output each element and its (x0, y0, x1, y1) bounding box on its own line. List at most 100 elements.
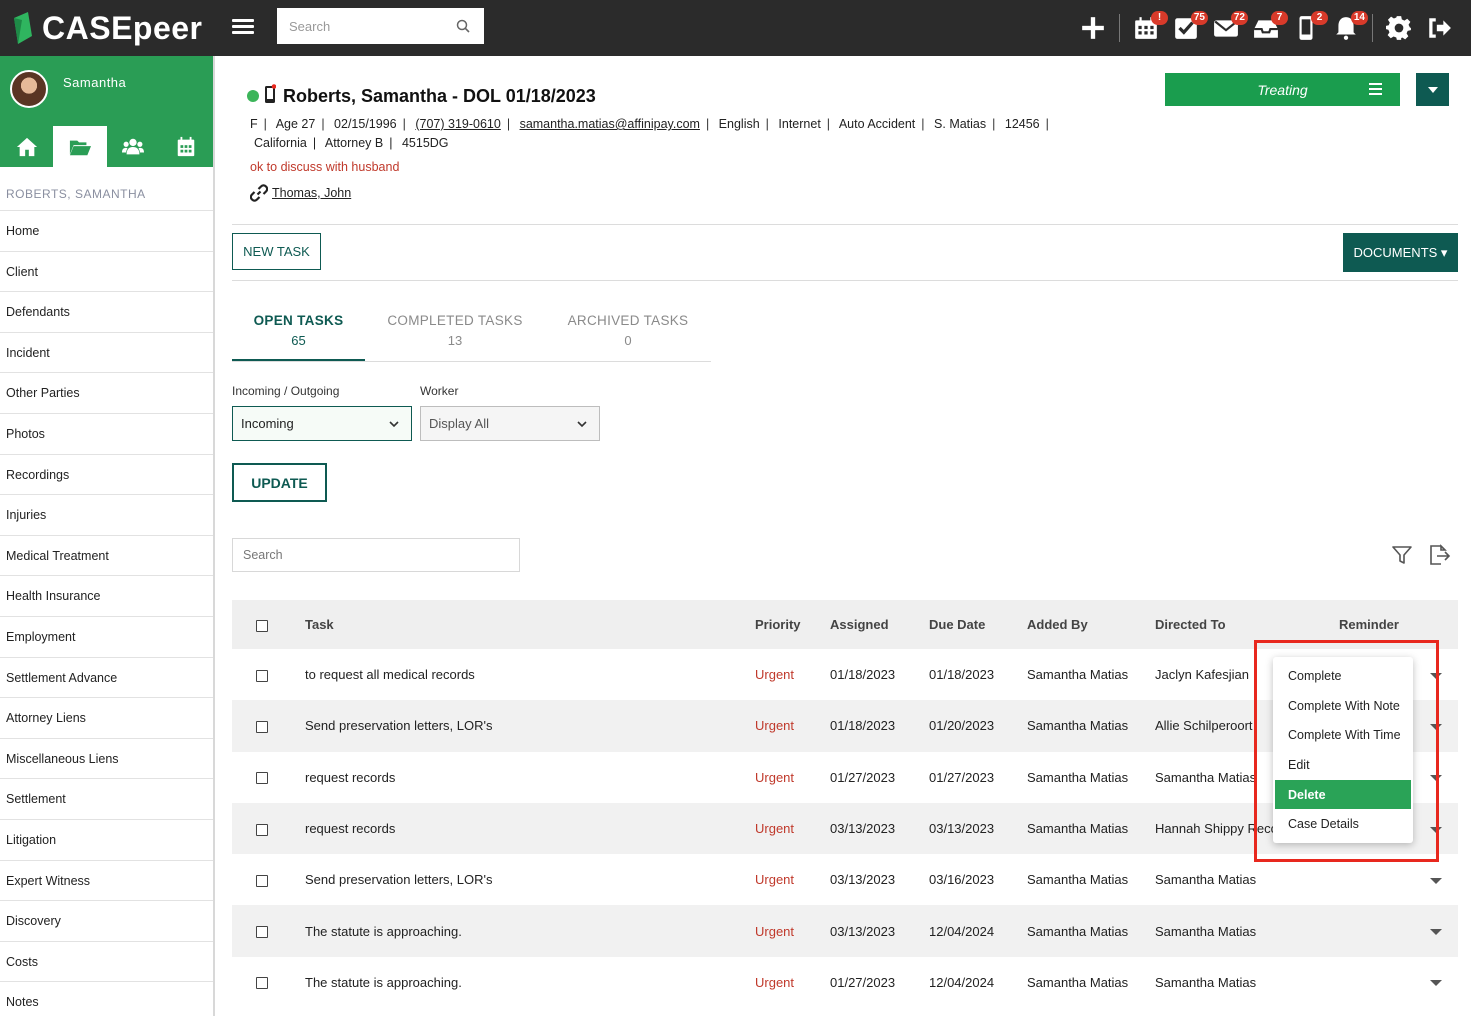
inbox-icon[interactable]: 7 (1246, 8, 1288, 48)
caret-down-icon (1427, 86, 1438, 93)
row-actions-caret-icon[interactable] (1430, 672, 1442, 679)
new-task-button[interactable]: NEW TASK (232, 233, 321, 270)
task-title[interactable]: request records (305, 752, 755, 803)
sidebar-tab-cases[interactable] (53, 126, 107, 167)
row-actions-caret-icon[interactable] (1430, 929, 1442, 936)
column-header-added-by[interactable]: Added By (1027, 600, 1155, 649)
menu-item-edit[interactable]: Edit (1275, 750, 1411, 780)
sidebar-item-litigation[interactable]: Litigation (0, 820, 213, 861)
row-actions-caret-icon[interactable] (1430, 980, 1442, 987)
menu-toggle-icon[interactable] (232, 16, 254, 38)
sidebar-item-incident[interactable]: Incident (0, 333, 213, 374)
casepeer-logo[interactable]: CASEpeer (8, 6, 203, 50)
row-actions-caret-icon[interactable] (1430, 775, 1442, 782)
row-checkbox[interactable] (256, 721, 268, 733)
row-actions-caret-icon[interactable] (1430, 724, 1442, 730)
linked-contact[interactable]: Thomas, John (250, 184, 351, 202)
menu-item-delete[interactable]: Delete (1275, 779, 1411, 810)
case-status-button[interactable]: Treating (1165, 73, 1400, 106)
row-checkbox[interactable] (256, 669, 268, 682)
menu-item-case-details[interactable]: Case Details (1275, 809, 1411, 839)
calendar-alert-icon[interactable]: ! (1126, 8, 1168, 48)
gear-icon[interactable] (1379, 8, 1419, 48)
tab-archived-tasks[interactable]: ARCHIVED TASKS 0 (545, 306, 711, 361)
client-phone-link[interactable]: (707) 319-0610 (415, 117, 500, 131)
tab-open-tasks[interactable]: OPEN TASKS 65 (232, 306, 365, 361)
worker-select[interactable]: Display All (420, 406, 600, 441)
menu-item-complete[interactable]: Complete (1275, 661, 1411, 691)
sidebar-tab-calendar[interactable] (160, 126, 213, 167)
column-header-task[interactable]: Task (305, 600, 755, 649)
sidebar-tab-home[interactable] (0, 126, 53, 167)
sidebar-item-defendants[interactable]: Defendants (0, 292, 213, 333)
task-title[interactable]: request records (305, 803, 755, 854)
logout-icon[interactable] (1419, 8, 1459, 48)
link-icon (250, 184, 268, 202)
documents-button[interactable]: DOCUMENTS ▾ (1343, 233, 1458, 272)
column-header-reminder[interactable]: Reminder (1336, 600, 1458, 649)
sidebar-item-health-insurance[interactable]: Health Insurance (0, 576, 213, 617)
row-context-menu: Complete Complete With Note Complete Wit… (1273, 657, 1413, 843)
bell-icon[interactable]: 14 (1326, 8, 1368, 48)
sidebar-item-medical-treatment[interactable]: Medical Treatment (0, 536, 213, 577)
sidebar-item-attorney-liens[interactable]: Attorney Liens (0, 698, 213, 739)
table-row[interactable]: The statute is approaching. Urgent 01/27… (232, 957, 1458, 1008)
task-search-input[interactable] (232, 538, 520, 572)
client-email-link[interactable]: samantha.matias@affinipay.com (520, 117, 700, 131)
tasks-icon[interactable]: 75 (1166, 8, 1208, 48)
row-checkbox[interactable] (256, 926, 268, 939)
sidebar-item-discovery[interactable]: Discovery (0, 901, 213, 942)
sidebar-item-other-parties[interactable]: Other Parties (0, 373, 213, 414)
task-title[interactable]: Send preservation letters, LOR's (305, 700, 755, 751)
sidebar-item-costs[interactable]: Costs (0, 942, 213, 983)
mail-icon[interactable]: 72 (1206, 8, 1248, 48)
task-title[interactable]: to request all medical records (305, 649, 755, 700)
sidebar-item-employment[interactable]: Employment (0, 617, 213, 658)
task-title[interactable]: The statute is approaching. (305, 905, 755, 956)
direction-select[interactable]: Incoming (232, 406, 412, 441)
row-checkbox[interactable] (256, 874, 268, 887)
column-header-due-date[interactable]: Due Date (929, 600, 1027, 649)
menu-item-complete-with-note[interactable]: Complete With Note (1275, 691, 1411, 721)
sidebar-item-photos[interactable]: Photos (0, 414, 213, 455)
row-checkbox[interactable] (256, 772, 268, 785)
search-icon[interactable] (456, 19, 470, 33)
avatar[interactable] (10, 70, 48, 108)
sidebar-item-notes[interactable]: Notes (0, 982, 213, 1016)
column-header-assigned[interactable]: Assigned (830, 600, 929, 649)
sidebar-tab-contacts[interactable] (107, 126, 160, 167)
select-all-checkbox[interactable] (256, 619, 268, 632)
table-row[interactable]: The statute is approaching. Urgent 03/13… (232, 905, 1458, 957)
tab-completed-tasks[interactable]: COMPLETED TASKS 13 (365, 306, 545, 361)
case-state: California (254, 136, 307, 150)
row-actions-caret-icon[interactable] (1430, 826, 1442, 833)
linked-contact-name: Thomas, John (272, 186, 352, 200)
column-header-priority[interactable]: Priority (755, 600, 830, 649)
leaf-logo-icon (14, 12, 32, 44)
row-checkbox[interactable] (256, 977, 268, 990)
export-icon[interactable] (1427, 543, 1451, 567)
task-title[interactable]: Send preservation letters, LOR's (305, 854, 755, 905)
sidebar-item-miscellaneous-liens[interactable]: Miscellaneous Liens (0, 739, 213, 780)
sidebar-item-settlement[interactable]: Settlement (0, 779, 213, 820)
sidebar-item-settlement-advance[interactable]: Settlement Advance (0, 658, 213, 699)
update-button[interactable]: UPDATE (232, 463, 327, 502)
menu-item-complete-with-time[interactable]: Complete With Time (1275, 720, 1411, 750)
phone-icon[interactable]: 2 (1286, 8, 1328, 48)
sidebar-item-recordings[interactable]: Recordings (0, 455, 213, 496)
client-language: English (718, 117, 760, 131)
status-dropdown-button[interactable] (1416, 73, 1449, 106)
sidebar-item-injuries[interactable]: Injuries (0, 495, 213, 536)
table-row[interactable]: Send preservation letters, LOR's Urgent … (232, 854, 1458, 905)
sidebar-item-client[interactable]: Client (0, 252, 213, 293)
add-icon[interactable] (1073, 8, 1113, 48)
row-actions-caret-icon[interactable] (1430, 877, 1442, 884)
task-title[interactable]: The statute is approaching. (305, 957, 755, 1008)
top-icons: ! 75 72 7 2 14 (1073, 0, 1459, 56)
filter-icon[interactable] (1391, 544, 1413, 566)
row-checkbox[interactable] (256, 823, 268, 836)
global-search-input[interactable] (289, 18, 449, 34)
column-header-directed-to[interactable]: Directed To (1155, 600, 1336, 649)
sidebar-item-home[interactable]: Home (0, 211, 213, 252)
sidebar-item-expert-witness[interactable]: Expert Witness (0, 861, 213, 902)
